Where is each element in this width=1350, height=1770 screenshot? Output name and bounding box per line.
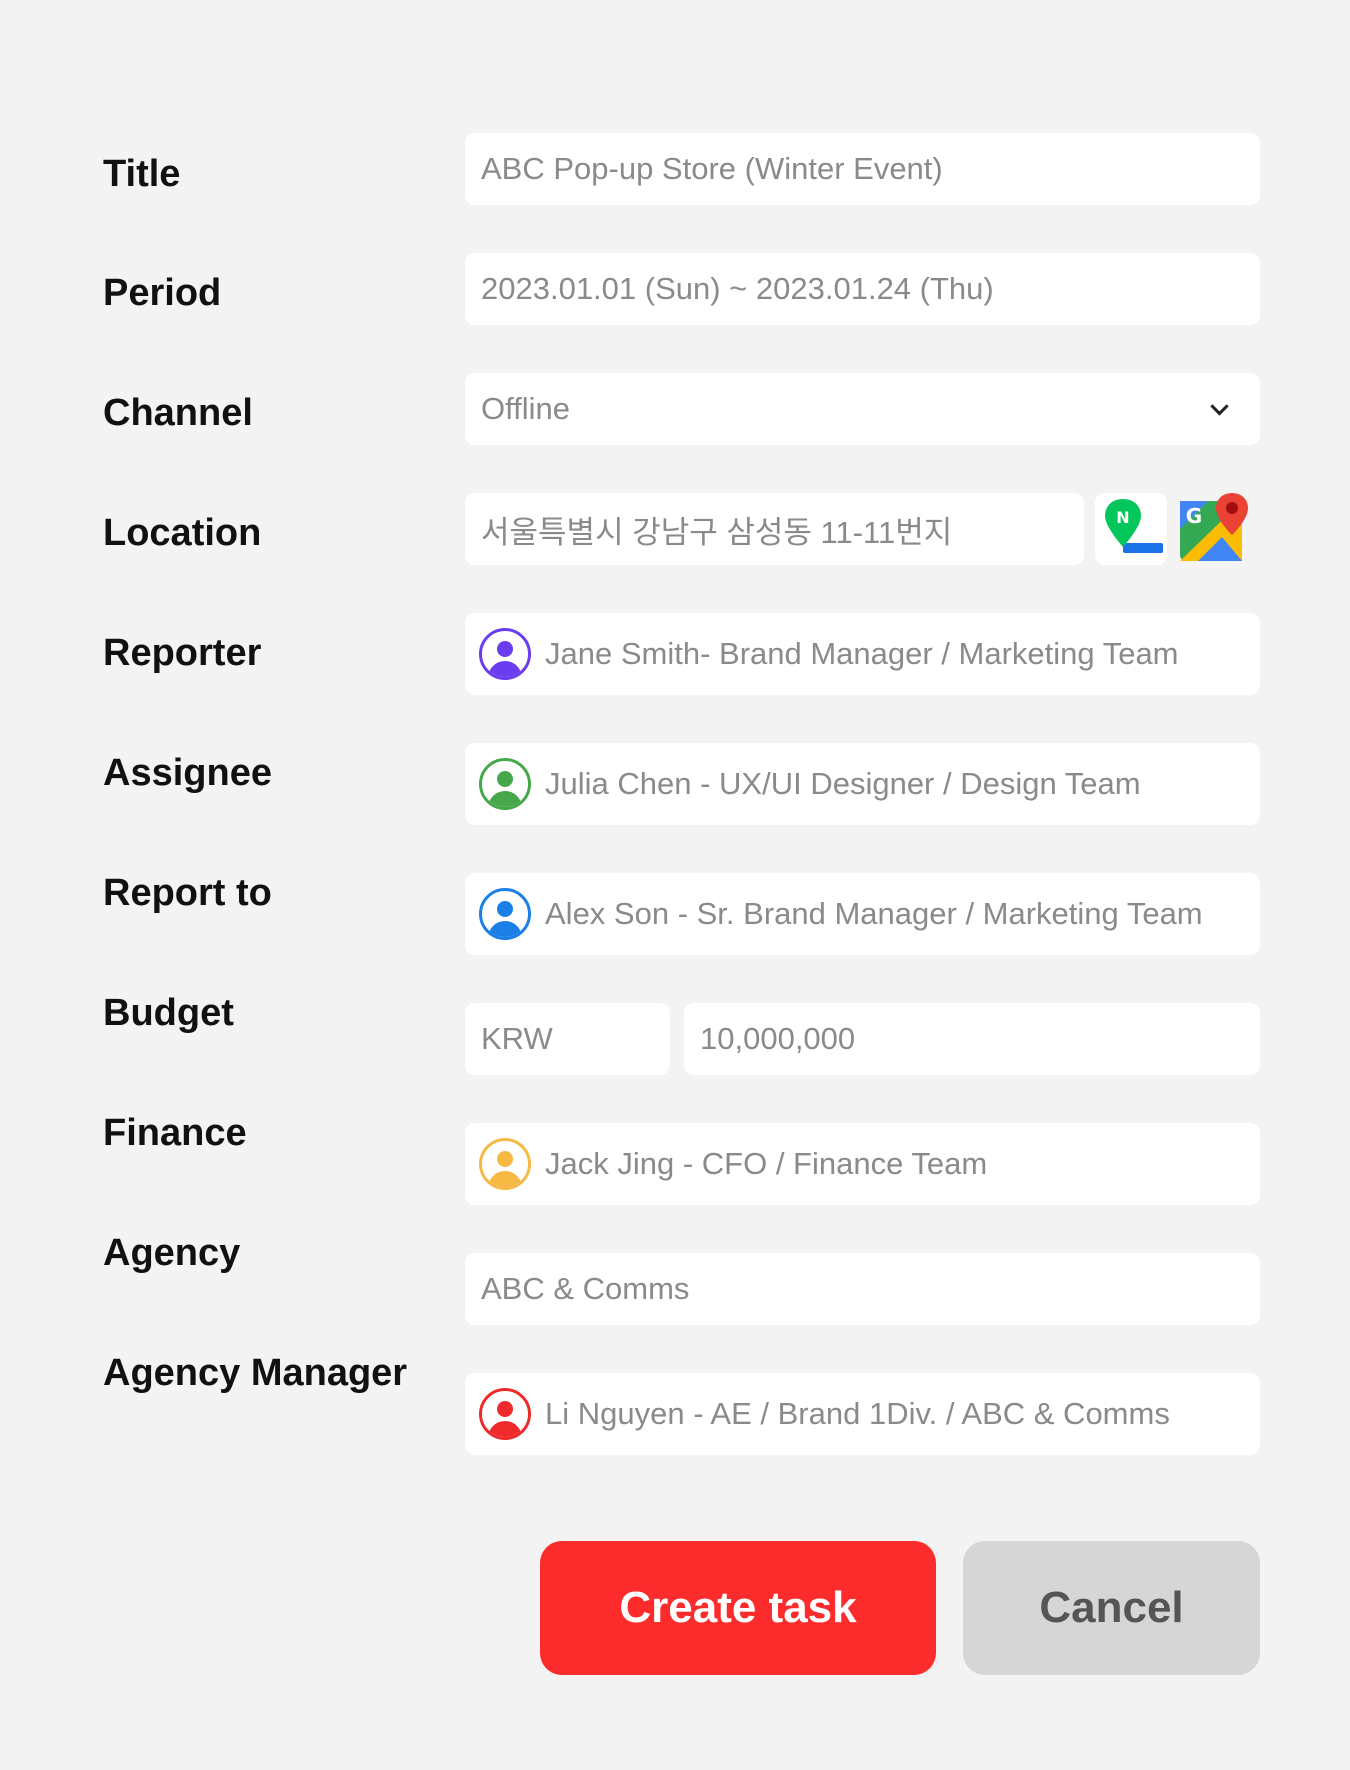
title-label: Title [103,153,181,195]
create-task-form: Title ABC Pop-up Store (Winter Event) Pe… [0,0,1350,1770]
location-input[interactable]: 서울특별시 강남구 삼성동 11-11번지 [465,493,1084,565]
agency-value: ABC & Comms [481,1271,690,1306]
budget-amount-input[interactable]: 10,000,000 [684,1003,1260,1075]
finance-avatar-icon [479,1138,531,1190]
channel-value: Offline [481,391,571,426]
naver-map-icon: N [1105,499,1163,553]
naver-map-button[interactable]: N [1095,493,1167,565]
assignee-label: Assignee [103,752,272,794]
assignee-field[interactable]: Julia Chen - UX/UI Designer / Design Tea… [465,743,1260,825]
budget-label: Budget [103,992,234,1034]
finance-label: Finance [103,1112,247,1154]
agency-manager-avatar-icon [479,1388,531,1440]
agency-manager-label: Agency Manager [103,1352,408,1394]
report-to-value: Alex Son - Sr. Brand Manager / Marketing… [545,896,1203,931]
assignee-value: Julia Chen - UX/UI Designer / Design Tea… [545,766,1141,801]
channel-label: Channel [103,392,253,434]
assignee-avatar-icon [479,758,531,810]
reporter-label: Reporter [103,632,262,674]
report-to-avatar-icon [479,888,531,940]
period-value: 2023.01.01 (Sun) ~ 2023.01.24 (Thu) [481,271,994,306]
report-to-field[interactable]: Alex Son - Sr. Brand Manager / Marketing… [465,873,1260,955]
report-to-label: Report to [103,872,272,914]
title-input[interactable]: ABC Pop-up Store (Winter Event) [465,133,1260,205]
agency-manager-value: Li Nguyen - AE / Brand 1Div. / ABC & Com… [545,1396,1170,1431]
period-input[interactable]: 2023.01.01 (Sun) ~ 2023.01.24 (Thu) [465,253,1260,325]
agency-label: Agency [103,1232,241,1274]
location-label: Location [103,512,262,554]
budget-currency-input[interactable]: KRW [465,1003,670,1075]
chevron-down-icon[interactable] [1210,397,1229,416]
period-label: Period [103,272,222,314]
reporter-field[interactable]: Jane Smith- Brand Manager / Marketing Te… [465,613,1260,695]
create-task-button[interactable]: Create task [540,1541,936,1675]
channel-select[interactable]: Offline [465,373,1260,445]
cancel-button[interactable]: Cancel [963,1541,1260,1675]
finance-value: Jack Jing - CFO / Finance Team [545,1146,988,1181]
title-value: ABC Pop-up Store (Winter Event) [481,151,943,186]
svg-text:N: N [1116,508,1129,527]
svg-text:G: G [1186,504,1202,528]
google-maps-icon: G [1180,493,1248,561]
budget-amount: 10,000,000 [700,1021,856,1056]
agency-input[interactable]: ABC & Comms [465,1253,1260,1325]
budget-currency: KRW [481,1021,553,1056]
google-maps-button[interactable]: G [1178,491,1250,563]
reporter-value: Jane Smith- Brand Manager / Marketing Te… [545,636,1179,671]
reporter-avatar-icon [479,628,531,680]
location-value: 서울특별시 강남구 삼성동 11-11번지 [481,514,953,550]
agency-manager-field[interactable]: Li Nguyen - AE / Brand 1Div. / ABC & Com… [465,1373,1260,1455]
finance-field[interactable]: Jack Jing - CFO / Finance Team [465,1123,1260,1205]
